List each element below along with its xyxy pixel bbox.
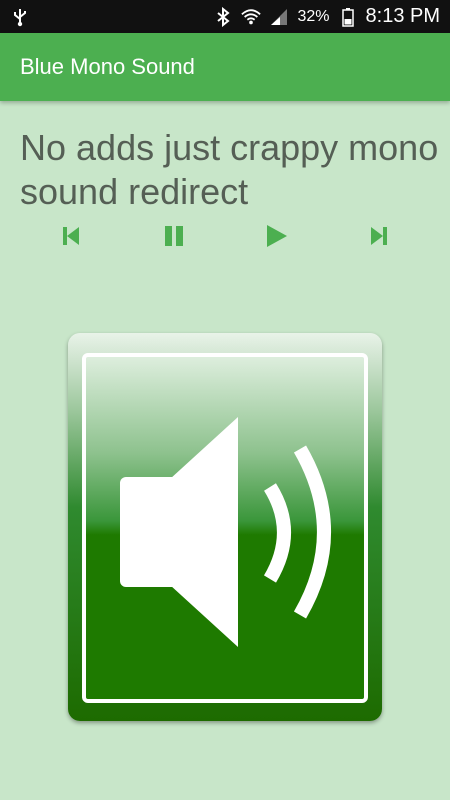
status-bar: 32% 8:13 PM	[0, 0, 450, 33]
media-controls	[0, 214, 450, 258]
message-text: No adds just crappy mono sound redirect	[20, 127, 439, 212]
battery-percent: 32%	[297, 7, 330, 25]
usb-icon	[10, 7, 30, 27]
skip-next-icon	[371, 227, 387, 245]
status-right: 32% 8:13 PM	[213, 5, 440, 28]
skip-previous-icon	[63, 227, 79, 245]
app-title: Blue Mono Sound	[20, 54, 195, 79]
status-time: 8:13 PM	[365, 5, 440, 27]
skip-previous-button[interactable]	[57, 222, 85, 250]
skip-next-button[interactable]	[365, 222, 393, 250]
play-icon	[267, 225, 287, 247]
signal-icon	[269, 7, 289, 27]
bluetooth-icon	[213, 6, 233, 27]
battery-icon	[338, 7, 358, 27]
speaker-button-face	[82, 353, 368, 703]
pause-icon	[165, 226, 183, 246]
speaker-volume-icon	[120, 417, 331, 647]
speaker-button[interactable]	[68, 333, 382, 721]
status-left	[10, 7, 30, 27]
pause-button[interactable]	[160, 222, 188, 250]
wifi-icon	[241, 7, 262, 27]
play-button[interactable]	[262, 222, 290, 250]
app-bar: Blue Mono Sound	[0, 33, 450, 101]
